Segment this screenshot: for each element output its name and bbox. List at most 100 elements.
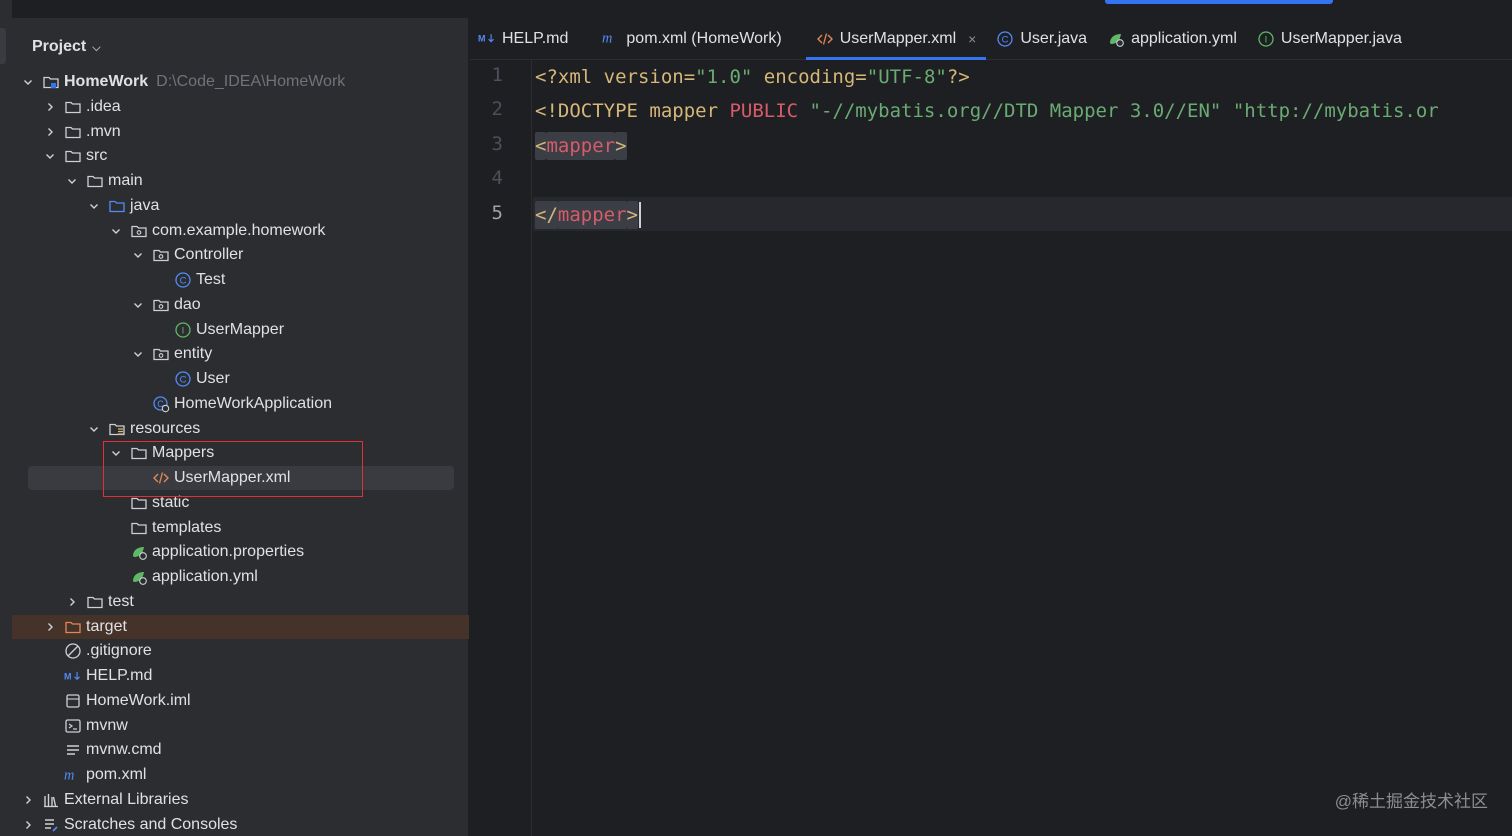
chevron-right-icon[interactable] xyxy=(22,819,34,831)
tab-user-java[interactable]: C User.java xyxy=(986,18,1097,60)
svg-text:m: m xyxy=(602,31,612,47)
tree-item-label: Test xyxy=(196,271,226,288)
chevron-down-icon[interactable] xyxy=(88,200,100,212)
resources-folder-icon xyxy=(108,420,126,438)
tree-item-test[interactable]: C Test xyxy=(12,268,469,292)
tree-item-resources[interactable]: resources xyxy=(12,417,469,441)
line-number: 5 xyxy=(491,201,503,224)
tree-item-idea[interactable]: .idea xyxy=(12,95,469,119)
tree-item-test[interactable]: test xyxy=(12,590,469,614)
tree-item-homework-iml[interactable]: HomeWork.iml xyxy=(12,689,469,713)
code-token: PUBLIC xyxy=(729,100,810,123)
tree-item-user[interactable]: C User xyxy=(12,367,469,391)
package-icon xyxy=(152,296,170,314)
folder-icon xyxy=(130,519,148,537)
project-panel-header[interactable]: Project ⌵ xyxy=(32,36,101,58)
tree-item-src[interactable]: src xyxy=(12,144,469,168)
svg-text:I: I xyxy=(1265,34,1268,45)
code-line: </mapper> xyxy=(535,198,641,232)
chevron-down-icon[interactable] xyxy=(132,249,144,261)
chevron-right-icon[interactable] xyxy=(44,621,56,633)
tree-item-label: application.properties xyxy=(152,543,305,561)
text-file-icon xyxy=(64,741,82,759)
chevron-down-icon[interactable] xyxy=(22,76,34,88)
code-token: version= xyxy=(603,66,696,88)
chevron-down-icon[interactable] xyxy=(132,348,144,360)
tree-item-label: dao xyxy=(174,295,201,313)
tree-item-usermapper-xml[interactable]: UserMapper.xml xyxy=(12,466,469,490)
tree-item-gitignore[interactable]: .gitignore xyxy=(12,639,469,663)
chevron-down-icon[interactable] xyxy=(44,150,56,162)
chevron-down-icon[interactable] xyxy=(132,299,144,311)
chevron-right-icon[interactable] xyxy=(22,794,34,806)
tree-item-label: UserMapper xyxy=(196,320,285,338)
tree-item-java[interactable]: java xyxy=(12,194,469,218)
tree-item-mvn[interactable]: .mvn xyxy=(12,120,469,144)
tree-item-pom-xml[interactable]: m pom.xml xyxy=(12,763,469,787)
tree-item-application-properties[interactable]: application.properties xyxy=(12,540,469,564)
tree-item-label: application.yml xyxy=(152,568,258,585)
close-icon[interactable]: × xyxy=(968,31,976,47)
tree-item-com-example-homework[interactable]: com.example.homework xyxy=(12,219,469,243)
code-token: mapper xyxy=(546,131,616,160)
code-token: </ xyxy=(535,200,558,229)
code-token: "1.0" xyxy=(695,66,753,88)
interface-icon: I xyxy=(1257,30,1275,48)
tree-item-target[interactable]: target xyxy=(12,614,469,639)
tree-item-homework[interactable]: HomeWork D:\Code_IDEA\HomeWork xyxy=(12,70,469,94)
chevron-down-icon[interactable] xyxy=(88,423,100,435)
tree-item-homeworkapplication[interactable]: C HomeWorkApplication xyxy=(12,392,469,416)
tree-item-entity[interactable]: entity xyxy=(12,342,469,366)
tree-item-dao[interactable]: dao xyxy=(12,293,469,317)
svg-text:M: M xyxy=(478,34,485,44)
tree-item-scratches-and-consoles[interactable]: Scratches and Consoles xyxy=(12,813,469,836)
tab-pom-xml-homework[interactable]: m pom.xml (HomeWork) xyxy=(592,18,791,60)
class-icon: C xyxy=(174,370,192,388)
tree-item-static[interactable]: static xyxy=(12,491,469,515)
chevron-down-icon[interactable] xyxy=(110,447,122,459)
folder-icon xyxy=(130,444,148,462)
tree-item-mvnw-cmd[interactable]: mvnw.cmd xyxy=(12,738,469,762)
code-line: <mapper> xyxy=(535,129,627,163)
project-tool-button[interactable] xyxy=(0,28,6,64)
shell-script-icon xyxy=(64,717,82,735)
class-icon: C xyxy=(174,271,192,289)
code-token: "http://mybatis.or xyxy=(1232,100,1439,123)
tab-usermapper-xml[interactable]: UserMapper.xml × xyxy=(805,18,987,60)
chevron-right-icon[interactable] xyxy=(66,596,78,608)
tree-item-templates[interactable]: templates xyxy=(12,516,469,540)
spring-boot-class-icon: C xyxy=(152,395,170,413)
xml-file-icon xyxy=(816,30,834,48)
tree-item-label: HELP.md xyxy=(86,667,153,684)
chevron-down-icon[interactable] xyxy=(110,225,122,237)
tree-item-application-yml[interactable]: application.yml xyxy=(12,565,469,589)
chevron-right-icon[interactable] xyxy=(44,126,56,138)
tab-help-md[interactable]: M HELP.md xyxy=(470,18,578,60)
tree-item-help-md[interactable]: M HELP.md xyxy=(12,664,469,688)
tab-usermapper-java[interactable]: I UserMapper.java xyxy=(1247,18,1412,60)
libraries-icon xyxy=(42,791,60,809)
tree-item-label: entity xyxy=(174,345,213,363)
tree-item-label: target xyxy=(86,617,127,635)
spring-config-icon xyxy=(130,568,148,586)
chevron-down-icon[interactable] xyxy=(66,175,78,187)
code-editor[interactable]: <?xml version="1.0" encoding="UTF-8"?> <!… xyxy=(533,60,1512,836)
tree-item-label: java xyxy=(130,196,160,214)
tab-application-yml[interactable]: application.yml xyxy=(1097,18,1247,60)
tree-item-label: .idea xyxy=(86,97,121,115)
tree-item-usermapper[interactable]: I UserMapper xyxy=(12,318,469,342)
folder-icon xyxy=(64,147,82,165)
tree-item-label: mvnw xyxy=(86,716,128,734)
tree-item-controller[interactable]: Controller xyxy=(12,243,469,267)
tree-item-external-libraries[interactable]: External Libraries xyxy=(12,788,469,812)
tree-item-main[interactable]: main xyxy=(12,169,469,193)
tree-item-mvnw[interactable]: mvnw xyxy=(12,714,469,738)
chevron-right-icon[interactable] xyxy=(44,101,56,113)
iml-file-icon xyxy=(64,692,82,710)
tree-item-mappers[interactable]: Mappers xyxy=(12,441,469,465)
code-token: <?xml xyxy=(535,66,604,88)
line-number: 4 xyxy=(491,167,503,190)
